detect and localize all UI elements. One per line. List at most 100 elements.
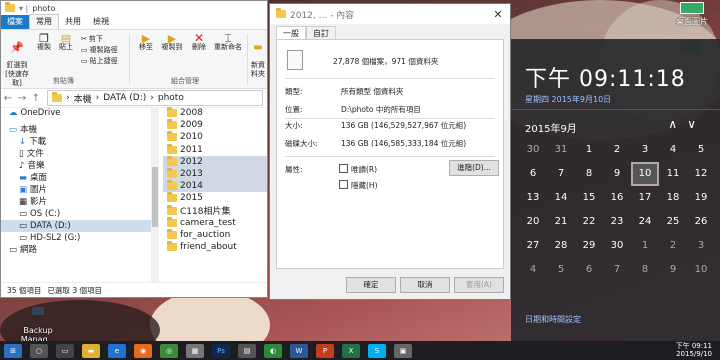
calendar-day[interactable]: 5 <box>687 138 715 162</box>
calendar-day[interactable]: 21 <box>547 210 575 234</box>
nav-item-drive-d[interactable]: ▭ DATA (D:) <box>1 220 151 232</box>
list-item[interactable]: 2011 <box>163 143 267 156</box>
nav-item-music[interactable]: ♪ 音樂 <box>1 160 151 172</box>
calendar-day[interactable]: 9 <box>603 162 631 186</box>
calendar-day[interactable]: 15 <box>575 186 603 210</box>
rename-button[interactable]: ⌶ 重新命名 <box>211 33 245 52</box>
app-icon[interactable]: ▣ <box>394 343 412 358</box>
search-icon[interactable]: ○ <box>30 343 48 358</box>
tab-share[interactable]: 共用 <box>59 15 87 29</box>
calendar-day[interactable]: 10 <box>687 258 715 282</box>
word-icon[interactable]: W <box>290 343 308 358</box>
calendar-day[interactable]: 16 <box>603 186 631 210</box>
tab-general[interactable]: 一般 <box>276 26 306 40</box>
chevron-down-icon[interactable]: ∨ <box>687 117 706 131</box>
list-item[interactable]: friend_about <box>163 241 267 253</box>
apply-button[interactable]: 套用(A) <box>454 277 504 293</box>
excel-icon[interactable]: X <box>342 343 360 358</box>
nav-item-network[interactable]: ▭ 網路 <box>1 244 151 256</box>
nav-item-pictures[interactable]: ▣ 圖片 <box>1 184 151 196</box>
calendar-day[interactable]: 14 <box>547 186 575 210</box>
app-icon[interactable]: ▦ <box>186 343 204 358</box>
calendar-day[interactable]: 6 <box>575 258 603 282</box>
calendar-day[interactable]: 3 <box>687 234 715 258</box>
paste-button[interactable]: ▤ 貼上 <box>57 33 75 52</box>
copy-to-button[interactable]: ▶ 複製到 <box>159 33 185 52</box>
pin-button[interactable]: 📌 釘選到 [快速存取] <box>3 34 31 88</box>
calendar-day[interactable]: 25 <box>659 210 687 234</box>
file-explorer-icon[interactable]: ▬ <box>82 343 100 358</box>
calendar-day[interactable]: 12 <box>687 162 715 186</box>
calendar-day[interactable]: 27 <box>519 234 547 258</box>
calendar-month[interactable]: 2015年9月 <box>525 120 577 135</box>
forward-icon[interactable]: → <box>15 93 29 104</box>
nav-item-drive-c[interactable]: ▭ OS (C:) <box>1 208 151 220</box>
copy-path-button[interactable]: ▭ 複製路徑 <box>81 45 118 55</box>
ok-button[interactable]: 確定 <box>346 277 396 293</box>
address-bar[interactable]: › 本機 › DATA (D:) › photo <box>47 90 263 106</box>
calendar-day[interactable]: 23 <box>603 210 631 234</box>
advanced-button[interactable]: 進階(D)... <box>449 160 499 176</box>
calendar-day[interactable]: 28 <box>547 234 575 258</box>
readonly-checkbox[interactable]: 唯讀(R) <box>339 164 377 175</box>
date-time-settings-link[interactable]: 日期和時間設定 <box>525 314 581 325</box>
up-icon[interactable]: ↑ <box>29 93 43 104</box>
list-item-selected[interactable]: 2014 <box>163 180 267 193</box>
nav-item-documents[interactable]: ▯ 文件 <box>1 148 151 160</box>
calendar-day[interactable]: 17 <box>631 186 659 210</box>
powerpoint-icon[interactable]: P <box>316 343 334 358</box>
nav-item-drive-g[interactable]: ▭ HD-SL2 (G:) <box>1 232 151 244</box>
calendar-day[interactable]: 5 <box>547 258 575 282</box>
calendar-day[interactable]: 20 <box>519 210 547 234</box>
calendar-day[interactable]: 2 <box>659 234 687 258</box>
list-item[interactable]: 2008 <box>163 107 267 119</box>
tab-view[interactable]: 檢視 <box>87 15 115 29</box>
chevron-up-icon[interactable]: ∧ <box>668 117 687 131</box>
calendar-day[interactable]: 3 <box>631 138 659 162</box>
tab-home[interactable]: 常用 <box>29 14 59 29</box>
calendar-day-today[interactable]: 10 <box>631 162 659 186</box>
cut-button[interactable]: ✂ 剪下 <box>81 34 103 44</box>
wechat-icon[interactable]: ◐ <box>264 343 282 358</box>
calendar-day[interactable]: 22 <box>575 210 603 234</box>
calendar-day[interactable]: 26 <box>687 210 715 234</box>
copy-button[interactable]: ❐ 複製 <box>35 33 53 52</box>
clock-date[interactable]: 星期四 2015年9月10日 <box>525 94 611 105</box>
list-item[interactable]: 2015 <box>163 192 267 204</box>
paste-shortcut-button[interactable]: ▭ 貼上捷徑 <box>81 56 118 66</box>
nav-item-downloads[interactable]: ↓ 下載 <box>1 136 151 148</box>
calendar-day[interactable]: 8 <box>575 162 603 186</box>
breadcrumb-item[interactable]: DATA (D:) <box>103 93 146 103</box>
list-item-selected[interactable]: 2013 <box>163 167 267 181</box>
list-item[interactable]: 2009 <box>163 119 267 131</box>
close-icon[interactable]: ✕ <box>486 8 510 21</box>
tab-file[interactable]: 檔案 <box>1 15 29 29</box>
start-icon[interactable]: ⊞ <box>4 343 22 358</box>
list-item-selected[interactable]: 2012 <box>163 155 267 168</box>
calendar-day[interactable]: 4 <box>519 258 547 282</box>
calendar-day[interactable]: 6 <box>519 162 547 186</box>
hidden-checkbox[interactable]: 隱藏(H) <box>339 180 378 191</box>
delete-button[interactable]: ✕ 刪除 <box>189 32 209 52</box>
calendar-day[interactable]: 9 <box>659 258 687 282</box>
calendar-day[interactable]: 8 <box>631 258 659 282</box>
list-item[interactable]: camera_test <box>163 216 267 229</box>
list-item[interactable]: C118相片集 <box>163 204 267 217</box>
quick-access-toolbar[interactable]: ▾ | <box>19 4 28 13</box>
list-item[interactable]: 2010 <box>163 131 267 143</box>
tab-customize[interactable]: 自訂 <box>306 26 336 40</box>
move-to-button[interactable]: ▶ 移至 <box>135 33 157 52</box>
photoshop-icon[interactable]: Ps <box>212 343 230 358</box>
desktop-icon-wallpaper[interactable]: 桌面圖片 <box>670 2 714 27</box>
calendar-day[interactable]: 2 <box>603 138 631 162</box>
calendar-day[interactable]: 30 <box>519 138 547 162</box>
calendar-day[interactable]: 1 <box>575 138 603 162</box>
nav-item-onedrive[interactable]: ☁ OneDrive <box>1 107 151 119</box>
calendar-day[interactable]: 13 <box>519 186 547 210</box>
app-icon[interactable]: ▤ <box>238 343 256 358</box>
skype-icon[interactable]: S <box>368 343 386 358</box>
calendar-day[interactable]: 30 <box>603 234 631 258</box>
breadcrumb-item[interactable]: photo <box>158 93 184 103</box>
new-folder-button[interactable]: ▬ 新資 料夾 <box>249 34 267 79</box>
firefox-icon[interactable]: ◉ <box>134 343 152 358</box>
